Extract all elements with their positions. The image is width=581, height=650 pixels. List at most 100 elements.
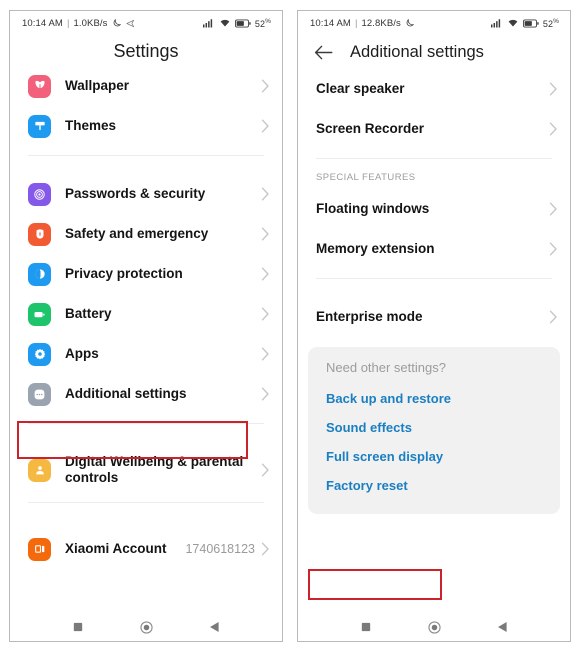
section-header-special-features: SPECIAL FEATURES (316, 172, 416, 183)
chevron-right-icon (261, 347, 270, 361)
additional-settings-list: Clear speaker Screen Recorder SPECIAL FE… (298, 69, 570, 514)
settings-row-label: Enterprise mode (316, 308, 423, 324)
chevron-right-icon (261, 387, 270, 401)
cellular-signal-icon (202, 18, 215, 28)
settings-row-safety-emergency[interactable]: Safety and emergency (10, 214, 282, 254)
battery-percent: 52% (254, 17, 271, 29)
settings-row-enterprise-mode[interactable]: Enterprise mode (298, 297, 570, 337)
fingerprint-icon (28, 182, 51, 206)
page-title: Additional settings (350, 42, 484, 61)
cellular-signal-icon (490, 18, 503, 28)
chevron-right-icon (261, 542, 270, 556)
status-network-speed: 1.0KB/s (73, 17, 108, 29)
settings-row-passwords-security[interactable]: Passwords & security (10, 174, 282, 214)
chevron-right-icon (261, 463, 270, 477)
battery-icon (522, 19, 539, 28)
page-title: Settings (113, 41, 179, 61)
settings-row-label: Floating windows (316, 200, 430, 216)
status-separator: | (66, 17, 70, 29)
battery-settings-icon (28, 302, 51, 326)
themes-icon (28, 114, 51, 138)
settings-row-apps[interactable]: Apps (10, 334, 282, 374)
app-bar: Additional settings (298, 35, 570, 69)
status-time: 10:14 AM (310, 17, 351, 29)
chevron-right-icon (549, 82, 558, 96)
navigation-bar-right (298, 613, 570, 641)
settings-row-label: Wallpaper (65, 77, 130, 93)
back-triangle-icon[interactable] (489, 616, 515, 638)
wifi-icon (507, 18, 519, 28)
list-divider (316, 278, 552, 279)
need-other-settings-card: Need other settings? Back up and restore… (308, 347, 560, 514)
settings-row-label: Passwords & security (65, 185, 206, 201)
back-arrow-icon[interactable] (312, 41, 334, 63)
settings-row-memory-extension[interactable]: Memory extension (298, 229, 570, 269)
settings-row-clear-speaker[interactable]: Clear speaker (298, 69, 570, 109)
navigation-bar-left (10, 613, 282, 641)
home-circle-icon[interactable] (133, 616, 159, 638)
share-icon (125, 18, 136, 29)
status-network-speed: 12.8KB/s (361, 17, 401, 29)
privacy-icon (28, 262, 51, 286)
phone-screen-settings: 10:14 AM | 1.0KB/s 52% Settings Wallpape… (9, 10, 283, 642)
moon-icon (404, 18, 415, 29)
back-triangle-icon[interactable] (201, 616, 227, 638)
settings-list: Wallpaper Themes Passwords & security Sa… (10, 66, 282, 572)
settings-row-label: Clear speaker (316, 80, 405, 96)
card-link-full-screen-display[interactable]: Full screen display (308, 442, 560, 471)
wallpaper-icon (28, 74, 51, 98)
list-divider (28, 155, 264, 156)
battery-icon (234, 19, 251, 28)
settings-row-label: Screen Recorder (316, 120, 425, 136)
settings-row-floating-windows[interactable]: Floating windows (298, 189, 570, 229)
settings-row-label: Privacy protection (65, 265, 183, 281)
phone-screen-additional-settings: 10:14 AM | 12.8KB/s 52% Additional setti… (297, 10, 571, 642)
chevron-right-icon (261, 307, 270, 321)
additional-settings-icon (28, 382, 51, 406)
settings-row-label: Additional settings (65, 385, 187, 401)
recents-square-icon[interactable] (353, 616, 379, 638)
settings-row-additional-settings[interactable]: Additional settings (10, 374, 282, 414)
settings-row-themes[interactable]: Themes (10, 106, 282, 146)
list-gap (10, 433, 282, 447)
settings-row-screen-recorder[interactable]: Screen Recorder (298, 109, 570, 149)
recents-square-icon[interactable] (65, 616, 91, 638)
home-circle-icon[interactable] (421, 616, 447, 638)
settings-row-label: Memory extension (316, 240, 435, 256)
highlight-box-factory-reset (308, 569, 442, 600)
card-link-back-up-and-restore[interactable]: Back up and restore (308, 384, 560, 413)
settings-row-label: Themes (65, 117, 117, 133)
chevron-right-icon (549, 310, 558, 324)
settings-row-battery[interactable]: Battery (10, 294, 282, 334)
chevron-right-icon (261, 187, 270, 201)
settings-row-label: Battery (65, 305, 112, 321)
list-gap (298, 288, 570, 297)
digital-wellbeing-icon (28, 458, 51, 482)
chevron-right-icon (549, 242, 558, 256)
status-bar-left-cluster: 10:14 AM | 12.8KB/s (310, 18, 415, 29)
settings-row-digital-wellbeing[interactable]: Digital Wellbeing & parental controls (10, 447, 282, 493)
card-link-factory-reset[interactable]: Factory reset (308, 471, 560, 500)
status-bar-right: 10:14 AM | 12.8KB/s 52% (298, 11, 570, 35)
list-gap (10, 512, 282, 526)
moon-icon (111, 18, 122, 29)
additional-settings-screen-body: Additional settings Clear speaker Screen… (298, 35, 570, 613)
status-separator: | (354, 17, 358, 29)
card-title: Need other settings? (326, 360, 446, 375)
status-bar-left-cluster: 10:14 AM | 1.0KB/s (22, 18, 136, 29)
settings-row-label: Apps (65, 345, 99, 361)
chevron-right-icon (549, 202, 558, 216)
settings-row-label: Xiaomi Account (65, 540, 167, 556)
settings-row-privacy-protection[interactable]: Privacy protection (10, 254, 282, 294)
settings-row-label: Digital Wellbeing & parental controls (65, 453, 244, 485)
settings-row-label: Safety and emergency (65, 225, 209, 241)
settings-screen-body: Settings Wallpaper Themes Passwords & se… (10, 35, 282, 613)
settings-row-xiaomi-account[interactable]: Xiaomi Account 1740618123 (10, 526, 282, 572)
battery-percent: 52% (542, 17, 559, 29)
list-divider (316, 158, 552, 159)
settings-row-wallpaper[interactable]: Wallpaper (10, 66, 282, 106)
xiaomi-icon (28, 537, 51, 561)
card-link-sound-effects[interactable]: Sound effects (308, 413, 560, 442)
chevron-right-icon (549, 122, 558, 136)
safety-shield-icon (28, 222, 51, 246)
